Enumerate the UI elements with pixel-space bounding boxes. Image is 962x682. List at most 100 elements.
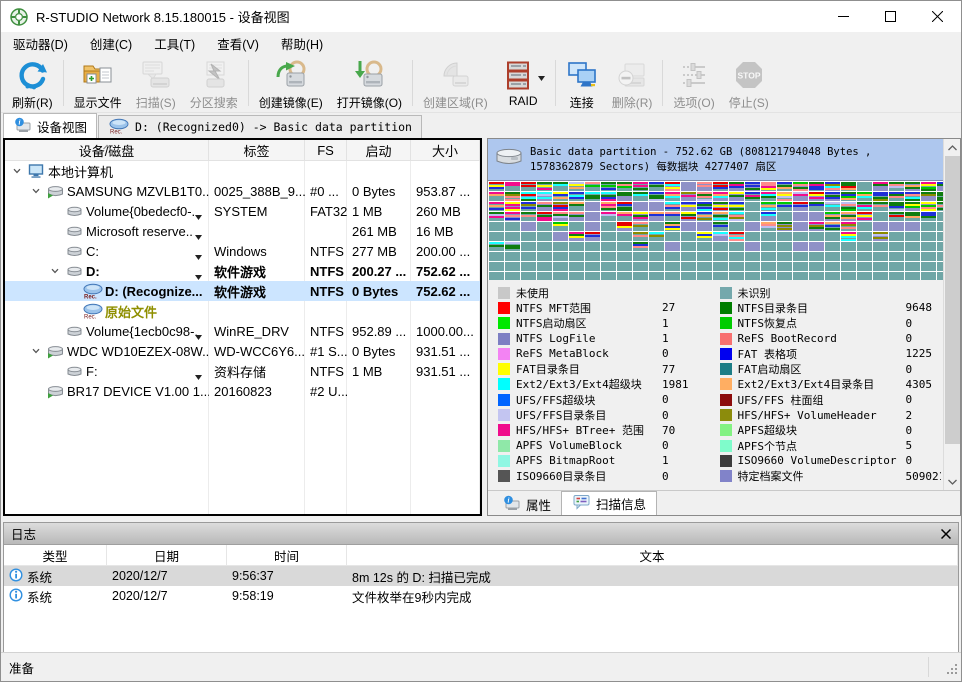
scan-tab-scan-info[interactable]: 扫描信息 xyxy=(561,491,657,515)
block-map-cell xyxy=(521,242,536,251)
legend-item: ReFS MetaBlock0 xyxy=(498,346,720,361)
view-tab-recognized-partition[interactable]: Rec.D: (Recognized0) -> Basic data parti… xyxy=(98,115,422,138)
legend-item: APFS VolumeBlock0 xyxy=(498,438,720,453)
maximize-button[interactable] xyxy=(867,1,914,32)
block-map-cell xyxy=(697,222,712,231)
tree-column-header[interactable]: 标签 xyxy=(209,140,305,160)
tree-cell-size: 752.62 ... xyxy=(411,261,480,281)
tree-row[interactable]: 本地计算机 xyxy=(5,161,480,181)
expander-chevron-icon[interactable] xyxy=(9,166,24,176)
drive-icon xyxy=(43,384,67,399)
tree-row[interactable]: BR17 DEVICE V1.00 1....20160823#2 U... xyxy=(5,381,480,401)
tree-row[interactable]: C:WindowsNTFS277 MB200.00 ... xyxy=(5,241,480,261)
menu-item[interactable]: 帮助(H) xyxy=(270,32,334,55)
tree-column-header[interactable]: FS xyxy=(305,140,347,160)
tree-cell-fs: NTFS xyxy=(305,321,347,341)
block-map-cell xyxy=(617,232,632,241)
expander-chevron-icon[interactable] xyxy=(47,266,62,276)
tree-cell-fs: NTFS xyxy=(305,281,347,301)
chevron-down-icon[interactable] xyxy=(538,70,545,84)
log-close-icon[interactable] xyxy=(941,529,951,539)
menu-item[interactable]: 创建(C) xyxy=(79,32,143,55)
minimize-button[interactable] xyxy=(820,1,867,32)
block-map-cell xyxy=(665,202,680,211)
toolbar-button-refresh[interactable]: 刷新(R) xyxy=(5,57,60,112)
block-map-cell xyxy=(793,212,808,221)
legend-swatch xyxy=(720,440,732,452)
block-map-cell xyxy=(617,242,632,251)
log-column-header[interactable]: 时间 xyxy=(227,545,347,565)
log-time: 9:56:37 xyxy=(227,566,347,586)
block-map-cell xyxy=(569,192,584,201)
scroll-down-icon[interactable] xyxy=(944,473,961,490)
block-map-cell xyxy=(505,272,520,280)
chevron-down-icon[interactable] xyxy=(195,268,202,281)
menu-item[interactable]: 工具(T) xyxy=(143,32,206,55)
block-map-cell xyxy=(633,272,648,280)
log-row[interactable]: 系统2020/12/79:58:19文件枚举在9秒内完成 xyxy=(4,586,958,606)
menu-bar: 驱动器(D)创建(C)工具(T)查看(V)帮助(H) xyxy=(1,32,961,55)
scan-tab-properties[interactable]: i属性 xyxy=(492,494,561,515)
tree-cell-size: 931.51 ... xyxy=(411,341,480,361)
scan-scrollbar[interactable] xyxy=(943,139,960,490)
tree-row[interactable]: D:软件游戏NTFS200.27 ...752.62 ... xyxy=(5,261,480,281)
block-map-cell xyxy=(697,272,712,280)
menu-item[interactable]: 查看(V) xyxy=(206,32,270,55)
scroll-up-icon[interactable] xyxy=(944,139,961,156)
partition-summary: Basic data partition - 752.62 GB (808121… xyxy=(488,139,943,181)
tree-row[interactable]: Volume{1ecb0c98-.WinRE_DRVNTFS952.89 ...… xyxy=(5,321,480,341)
block-map-cell xyxy=(873,242,888,251)
tree-row[interactable]: F:资料存储NTFS1 MB931.51 ... xyxy=(5,361,480,381)
log-column-header[interactable]: 文本 xyxy=(347,545,958,565)
scrollbar-thumb[interactable] xyxy=(945,156,960,444)
toolbar-button-label: 分区搜索 xyxy=(190,94,238,111)
toolbar-button-show-files[interactable]: 显示文件 xyxy=(67,57,129,112)
block-map-cell xyxy=(905,242,920,251)
expander-chevron-icon[interactable] xyxy=(28,186,43,196)
block-map-cell xyxy=(809,202,824,211)
tree-column-header[interactable]: 启动 xyxy=(347,140,411,160)
chevron-down-icon[interactable] xyxy=(195,248,202,261)
resize-grip[interactable] xyxy=(946,663,958,678)
close-button[interactable] xyxy=(914,1,961,32)
chevron-down-icon[interactable] xyxy=(195,228,202,241)
log-row[interactable]: 系统2020/12/79:56:378m 12s 的 D: 扫描已完成 xyxy=(4,566,958,586)
view-tab-device-view[interactable]: i设备视图 xyxy=(3,113,97,138)
block-map-cell xyxy=(665,262,680,271)
toolbar-button-open-image[interactable]: 打开镜像(O) xyxy=(330,57,409,112)
toolbar-button-partition-search: 分区搜索 xyxy=(183,57,245,112)
legend-label: NTFS目录条目 xyxy=(738,300,906,315)
block-map-cell xyxy=(649,242,664,251)
block-map-cell xyxy=(921,252,936,261)
block-map-cell xyxy=(569,232,584,241)
block-map-cell xyxy=(825,212,840,221)
toolbar-button-connect[interactable]: 连接 xyxy=(559,57,605,112)
chevron-down-icon[interactable] xyxy=(195,368,202,381)
log-column-header[interactable]: 日期 xyxy=(107,545,227,565)
block-map-cell xyxy=(553,202,568,211)
log-time: 9:58:19 xyxy=(227,586,347,606)
legend-item: Ext2/Ext3/Ext4超级块1981 xyxy=(498,377,720,392)
block-map-cell xyxy=(521,202,536,211)
legend-label: FAT目录条目 xyxy=(516,361,662,376)
block-map-cell xyxy=(505,232,520,241)
log-column-header[interactable]: 类型 xyxy=(4,545,107,565)
expander-chevron-icon[interactable] xyxy=(28,346,43,356)
tree-cell-fs: #0 ... xyxy=(305,181,347,201)
tree-column-header[interactable]: 设备/磁盘 xyxy=(5,140,209,160)
tree-row[interactable]: WDC WD10EZEX-08W...WD-WCC6Y6...#1 S...0 … xyxy=(5,341,480,361)
chevron-down-icon[interactable] xyxy=(195,328,202,341)
tree-column-header[interactable]: 大小 xyxy=(411,140,480,160)
tree-row[interactable]: Microsoft reserve..261 MB16 MB xyxy=(5,221,480,241)
tree-row[interactable]: SAMSUNG MZVLB1T0...0025_388B_9...#0 ...0… xyxy=(5,181,480,201)
chevron-down-icon[interactable] xyxy=(195,208,202,221)
tree-row[interactable]: Rec.D: (Recognize...软件游戏NTFS0 Bytes752.6… xyxy=(5,281,480,301)
toolbar-button-raid[interactable]: RAID xyxy=(495,57,552,112)
tree-row[interactable]: Volume{0bedecf0-.SYSTEMFAT321 MB260 MB xyxy=(5,201,480,221)
block-map-cell xyxy=(809,242,824,251)
tree-cell-size xyxy=(411,301,480,321)
tree-row[interactable]: Rec.原始文件 xyxy=(5,301,480,321)
menu-item[interactable]: 驱动器(D) xyxy=(2,32,79,55)
toolbar-button-create-image[interactable]: 创建镜像(E) xyxy=(252,57,330,112)
block-map-cell xyxy=(569,222,584,231)
